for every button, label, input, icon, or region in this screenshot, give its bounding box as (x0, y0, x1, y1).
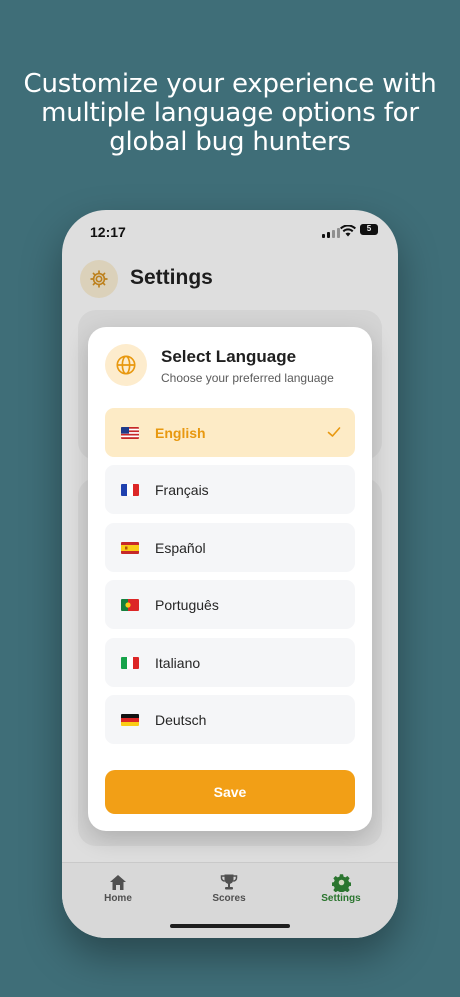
es-flag-icon (121, 541, 139, 554)
it-flag-icon (121, 656, 139, 669)
language-modal: Select Language Choose your preferred la… (88, 327, 372, 831)
language-option-german[interactable]: Deutsch (105, 694, 355, 744)
language-list: English Français Español Português Itali… (105, 408, 355, 752)
modal-subtitle: Choose your preferred language (161, 371, 334, 385)
save-button[interactable]: Save (105, 770, 355, 814)
language-label: Italiano (155, 654, 201, 671)
globe-badge (105, 344, 147, 386)
home-indicator[interactable] (170, 924, 290, 928)
us-flag-icon (121, 427, 139, 439)
globe-icon (116, 355, 136, 375)
de-flag-icon (121, 713, 139, 726)
language-label: Français (155, 482, 209, 499)
pt-flag-icon (121, 599, 139, 612)
checkmark-icon (327, 427, 341, 437)
language-option-english[interactable]: English (105, 408, 355, 457)
language-label: Português (155, 597, 219, 614)
language-option-spanish[interactable]: Español (105, 522, 355, 572)
headline: Customize your experience with multiple … (23, 69, 437, 157)
language-label: Deutsch (155, 711, 207, 728)
modal-title: Select Language (161, 347, 297, 366)
language-option-portuguese[interactable]: Português (105, 580, 355, 630)
fr-flag-icon (121, 484, 139, 497)
language-option-italian[interactable]: Italiano (105, 637, 355, 687)
language-option-french[interactable]: Français (105, 465, 355, 515)
language-label: English (155, 425, 206, 441)
language-label: Español (155, 539, 206, 556)
